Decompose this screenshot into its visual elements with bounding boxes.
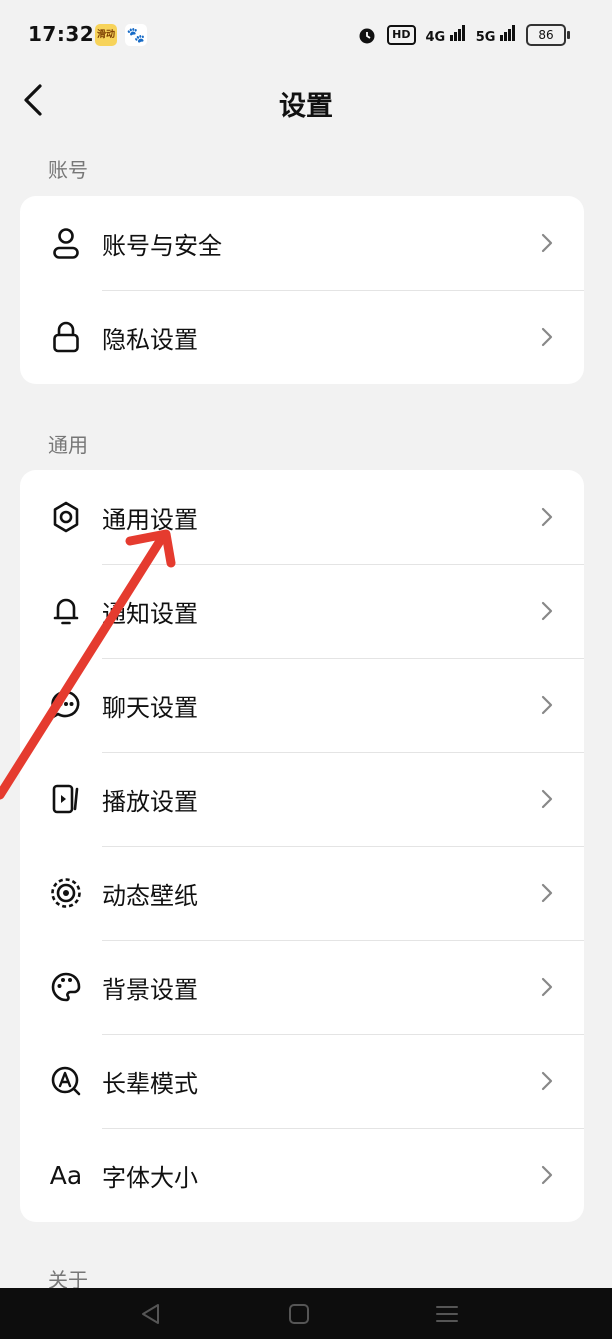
settings-row-label: 通用设置 bbox=[102, 505, 198, 534]
settings-row-label: 账号与安全 bbox=[102, 231, 222, 260]
chevron-right-icon bbox=[541, 507, 553, 527]
settings-row-background[interactable]: 背景设置 bbox=[20, 940, 584, 1034]
settings-row-label: 聊天设置 bbox=[102, 693, 198, 722]
chevron-right-icon bbox=[541, 1165, 553, 1185]
chevron-right-icon bbox=[541, 601, 553, 621]
settings-row-chat[interactable]: 聊天设置 bbox=[20, 658, 584, 752]
bell-icon bbox=[48, 593, 84, 629]
settings-row-label: 背景设置 bbox=[102, 975, 198, 1004]
person-icon bbox=[48, 225, 84, 261]
status-indicators: HD 4G 5G 86 bbox=[357, 22, 570, 48]
hd-icon: HD bbox=[387, 25, 416, 45]
gear-icon bbox=[48, 499, 84, 535]
chevron-right-icon bbox=[541, 1071, 553, 1091]
settings-row-playback[interactable]: 播放设置 bbox=[20, 752, 584, 846]
settings-row-notifications[interactable]: 通知设置 bbox=[20, 564, 584, 658]
battery-icon: 86 bbox=[526, 24, 570, 46]
status-time: 17:32 bbox=[28, 22, 95, 46]
paw-app-icon: 🐾 bbox=[125, 24, 147, 46]
alarm-icon bbox=[359, 28, 375, 44]
chevron-right-icon bbox=[541, 789, 553, 809]
chevron-right-icon bbox=[541, 695, 553, 715]
settings-row-label: 隐私设置 bbox=[102, 325, 198, 354]
status-bar: 17:32 滑动 🐾 HD 4G 5G 86 bbox=[0, 0, 612, 72]
chevron-right-icon bbox=[541, 327, 553, 347]
elder-mode-icon bbox=[48, 1063, 84, 1099]
palette-icon bbox=[48, 969, 84, 1005]
play-icon bbox=[48, 781, 84, 817]
chevron-right-icon bbox=[541, 233, 553, 253]
wallpaper-icon bbox=[48, 875, 84, 911]
settings-row-label: 字体大小 bbox=[102, 1163, 198, 1192]
signal-4g-icon: 4G bbox=[426, 25, 466, 45]
settings-row-account-security[interactable]: 账号与安全 bbox=[20, 196, 584, 290]
settings-row-font-size[interactable]: Aa 字体大小 bbox=[20, 1128, 584, 1222]
general-card: 通用设置 通知设置 聊天设置 播放设置 动态壁纸 背景设置 长辈模式 Aa 字体… bbox=[20, 470, 584, 1222]
app-notification-icon: 滑动 bbox=[95, 24, 117, 46]
settings-row-elder-mode[interactable]: 长辈模式 bbox=[20, 1034, 584, 1128]
settings-row-label: 动态壁纸 bbox=[102, 881, 198, 910]
lock-icon bbox=[48, 319, 84, 355]
chevron-right-icon bbox=[541, 977, 553, 997]
signal-5g-icon: 5G bbox=[476, 25, 516, 45]
chevron-right-icon bbox=[541, 883, 553, 903]
chat-icon bbox=[48, 687, 84, 723]
section-label-general: 通用 bbox=[48, 433, 88, 457]
nav-back-icon[interactable] bbox=[139, 1302, 163, 1326]
settings-row-privacy[interactable]: 隐私设置 bbox=[20, 290, 584, 384]
system-nav-bar bbox=[0, 1288, 612, 1339]
section-label-account: 账号 bbox=[48, 158, 88, 182]
settings-row-label: 长辈模式 bbox=[102, 1069, 198, 1098]
settings-row-label: 播放设置 bbox=[102, 787, 198, 816]
nav-home-icon[interactable] bbox=[287, 1302, 311, 1326]
font-size-icon: Aa bbox=[49, 1160, 83, 1190]
settings-row-live-wallpaper[interactable]: 动态壁纸 bbox=[20, 846, 584, 940]
settings-row-label: 通知设置 bbox=[102, 599, 198, 628]
header: 设置 bbox=[0, 72, 612, 132]
page-title: 设置 bbox=[279, 91, 333, 122]
nav-menu-icon[interactable] bbox=[435, 1302, 459, 1326]
settings-row-general[interactable]: 通用设置 bbox=[20, 470, 584, 564]
account-card: 账号与安全 隐私设置 bbox=[20, 196, 584, 384]
